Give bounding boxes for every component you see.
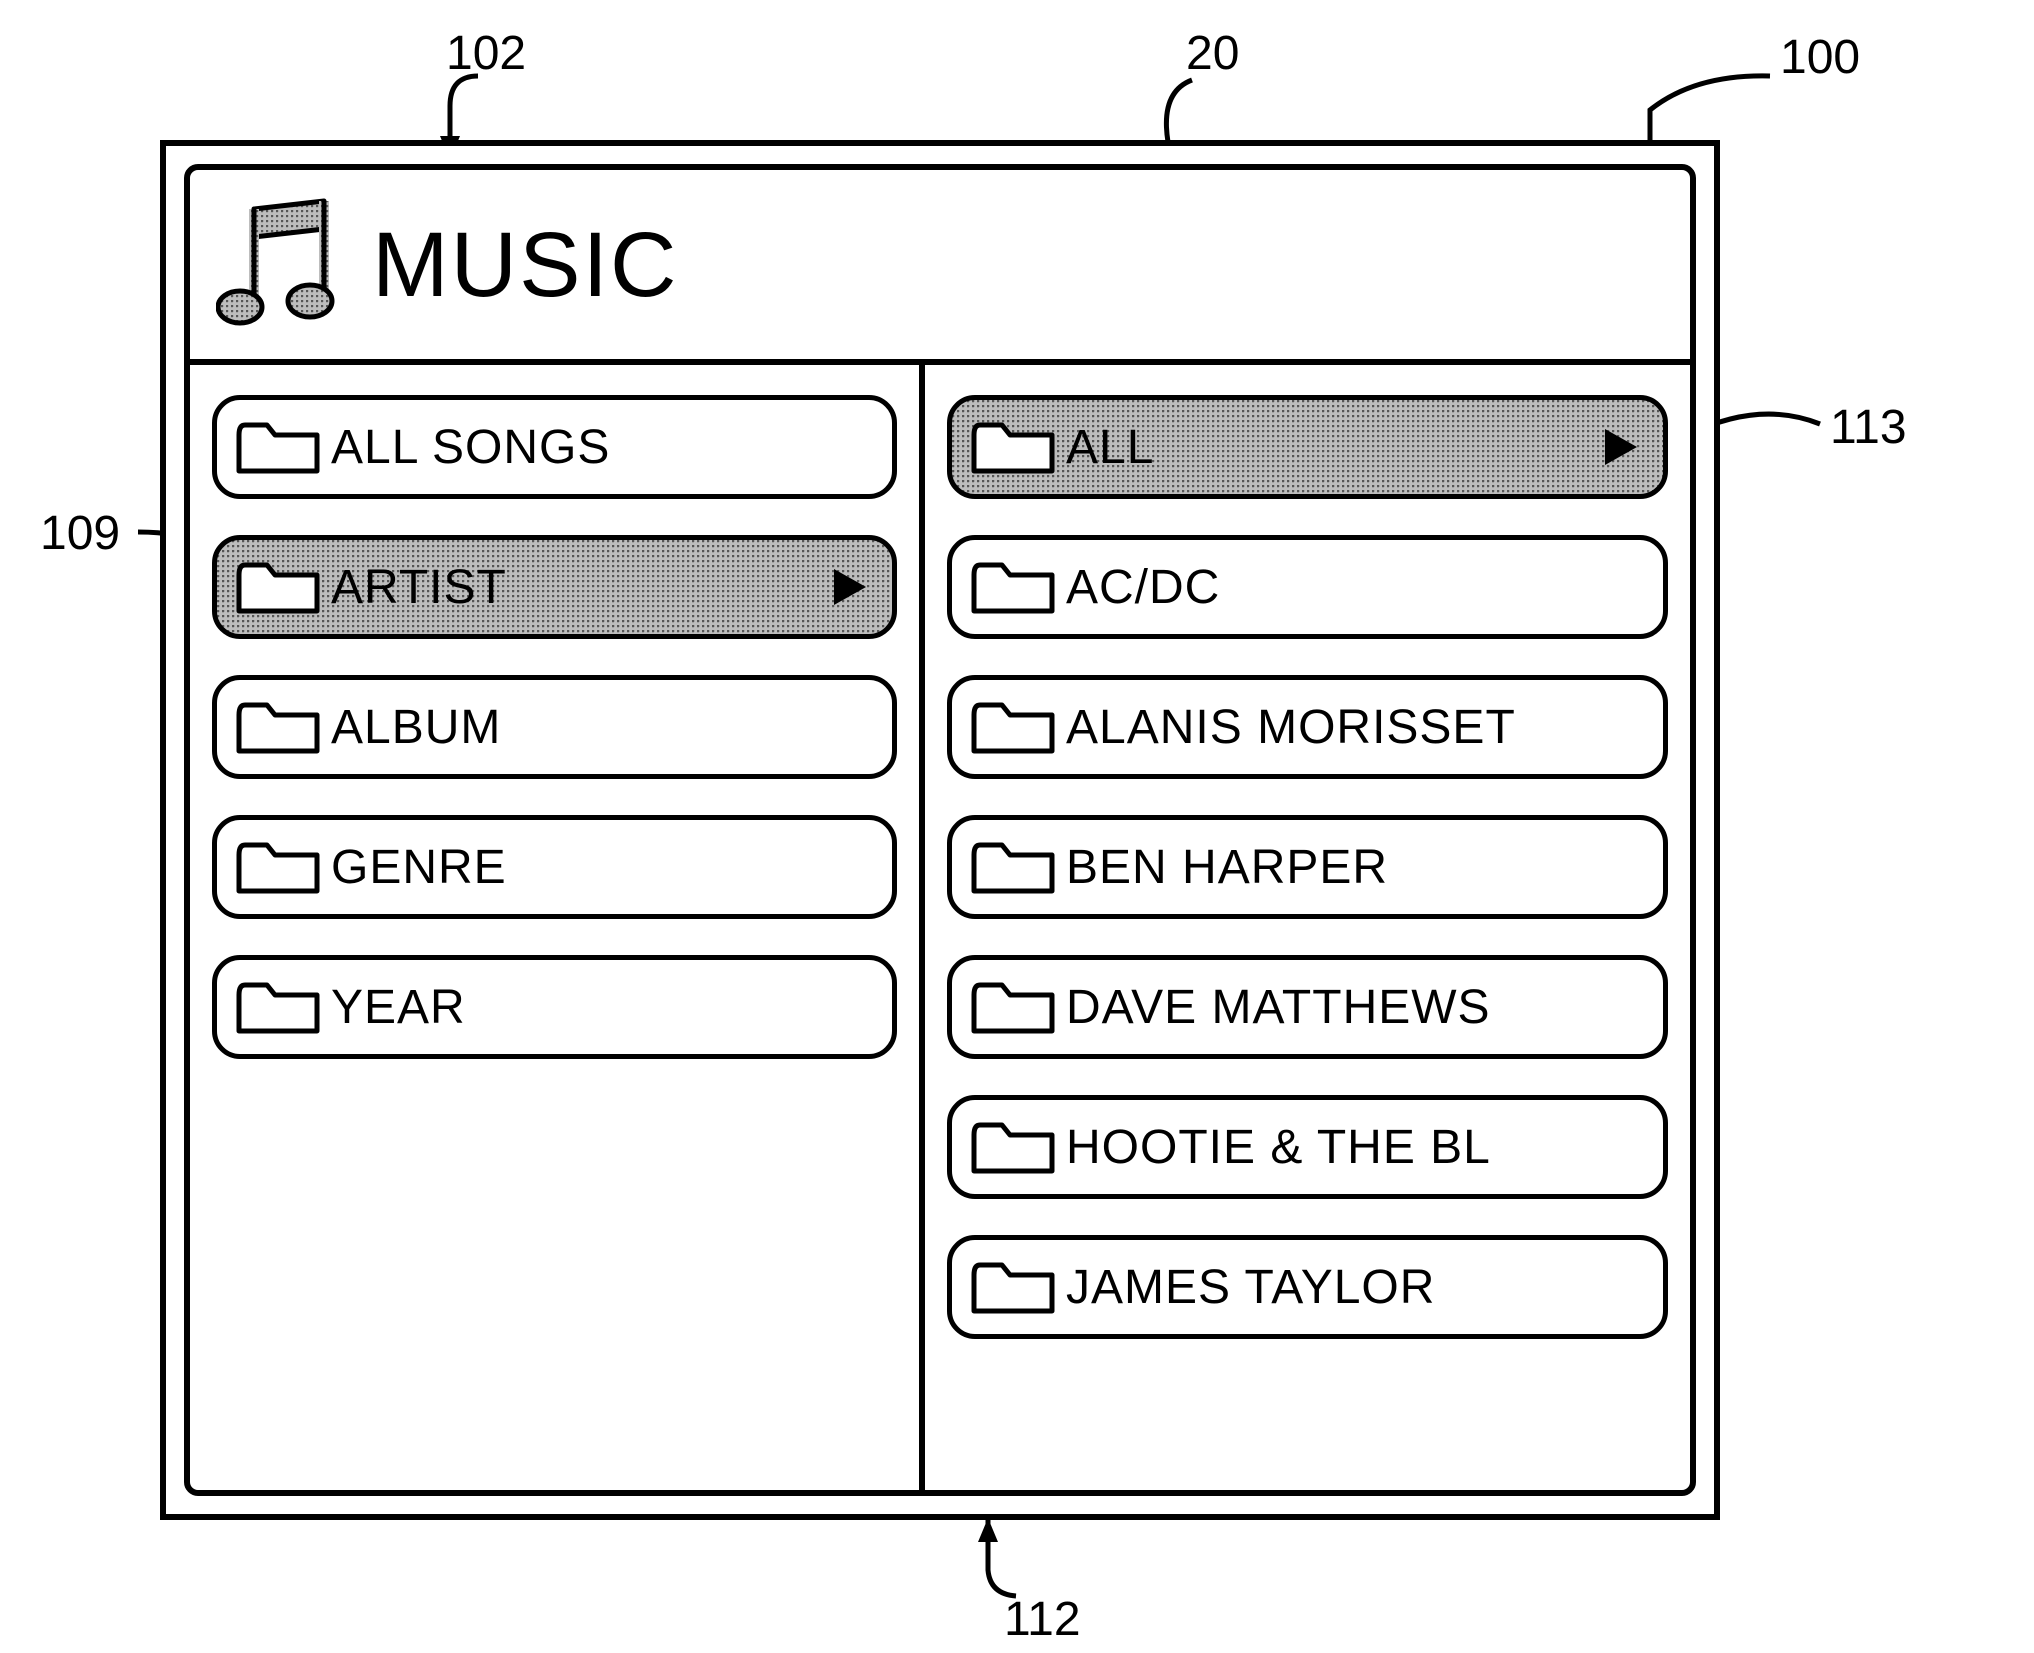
header: MUSIC <box>190 170 1690 365</box>
artist-label: ALANIS MORISSET <box>1066 700 1516 755</box>
device-frame: MUSIC ALL SONGS ARTIST <box>160 140 1720 1520</box>
category-item-year[interactable]: YEAR <box>212 955 897 1059</box>
folder-icon <box>970 417 1056 477</box>
callout-20: 20 <box>1130 32 1330 152</box>
category-label: ALL SONGS <box>331 420 610 475</box>
artist-item[interactable]: AC/DC <box>947 535 1668 639</box>
body: ALL SONGS ARTIST <box>190 365 1690 1490</box>
artist-label: JAMES TAYLOR <box>1066 1260 1435 1315</box>
artist-label: ALL <box>1066 420 1154 475</box>
artist-item[interactable]: BEN HARPER <box>947 815 1668 919</box>
screen: MUSIC ALL SONGS ARTIST <box>184 164 1696 1496</box>
artist-label: HOOTIE & THE BL <box>1066 1120 1491 1175</box>
category-item-artist[interactable]: ARTIST <box>212 535 897 639</box>
right-pane: ALL AC/DC <box>925 365 1690 1490</box>
folder-icon <box>970 1117 1056 1177</box>
folder-icon <box>235 417 321 477</box>
artist-item-all[interactable]: ALL <box>947 395 1668 499</box>
folder-icon <box>970 1257 1056 1317</box>
category-label: GENRE <box>331 840 507 895</box>
callout-113: 113 <box>1690 370 1950 490</box>
folder-icon <box>970 557 1056 617</box>
category-label: ALBUM <box>331 700 501 755</box>
artist-label: BEN HARPER <box>1066 840 1388 895</box>
artist-item[interactable]: JAMES TAYLOR <box>947 1235 1668 1339</box>
artist-label: DAVE MATTHEWS <box>1066 980 1491 1035</box>
artist-item[interactable]: HOOTIE & THE BL <box>947 1095 1668 1199</box>
artist-item[interactable]: ALANIS MORISSET <box>947 675 1668 779</box>
folder-icon <box>235 837 321 897</box>
chevron-right-icon <box>832 567 868 607</box>
folder-icon <box>235 697 321 757</box>
music-icon <box>216 195 346 335</box>
artist-item[interactable]: DAVE MATTHEWS <box>947 955 1668 1059</box>
folder-icon <box>235 557 321 617</box>
category-item-genre[interactable]: GENRE <box>212 815 897 919</box>
artist-label: AC/DC <box>1066 560 1220 615</box>
folder-icon <box>970 697 1056 757</box>
category-label: YEAR <box>331 980 466 1035</box>
page-title: MUSIC <box>372 219 678 311</box>
category-item-album[interactable]: ALBUM <box>212 675 897 779</box>
folder-icon <box>235 977 321 1037</box>
category-label: ARTIST <box>331 560 507 615</box>
folder-icon <box>970 837 1056 897</box>
folder-icon <box>970 977 1056 1037</box>
chevron-right-icon <box>1603 427 1639 467</box>
category-item-all-songs[interactable]: ALL SONGS <box>212 395 897 499</box>
left-pane: ALL SONGS ARTIST <box>190 365 925 1490</box>
callout-112: 112 <box>930 1510 1150 1650</box>
